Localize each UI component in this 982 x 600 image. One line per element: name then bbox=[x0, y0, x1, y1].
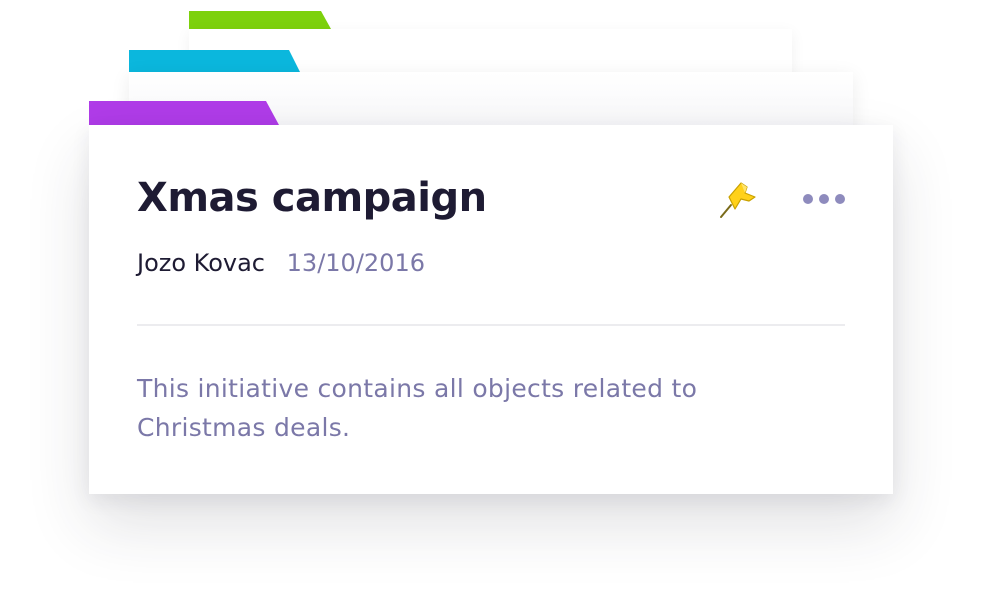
more-options-icon[interactable] bbox=[801, 187, 847, 211]
card-title: Xmas campaign bbox=[137, 175, 487, 221]
created-date: 13/10/2016 bbox=[286, 249, 425, 277]
divider bbox=[137, 324, 845, 326]
author-name: Jozo Kovac bbox=[137, 249, 266, 277]
folder-tab-blue[interactable] bbox=[129, 50, 300, 72]
card-meta: Jozo Kovac 13/10/2016 bbox=[137, 249, 425, 277]
card-description: This initiative contains all objects rel… bbox=[137, 374, 698, 442]
folder-tab-green[interactable] bbox=[189, 11, 331, 29]
pin-icon[interactable] bbox=[717, 175, 761, 219]
initiative-card[interactable]: Xmas campaign Jozo Kovac 13/10/2016 This… bbox=[89, 125, 893, 494]
folder-tab-purple[interactable] bbox=[89, 101, 279, 125]
initiative-card-stack: Xmas campaign Jozo Kovac 13/10/2016 This… bbox=[0, 0, 982, 600]
